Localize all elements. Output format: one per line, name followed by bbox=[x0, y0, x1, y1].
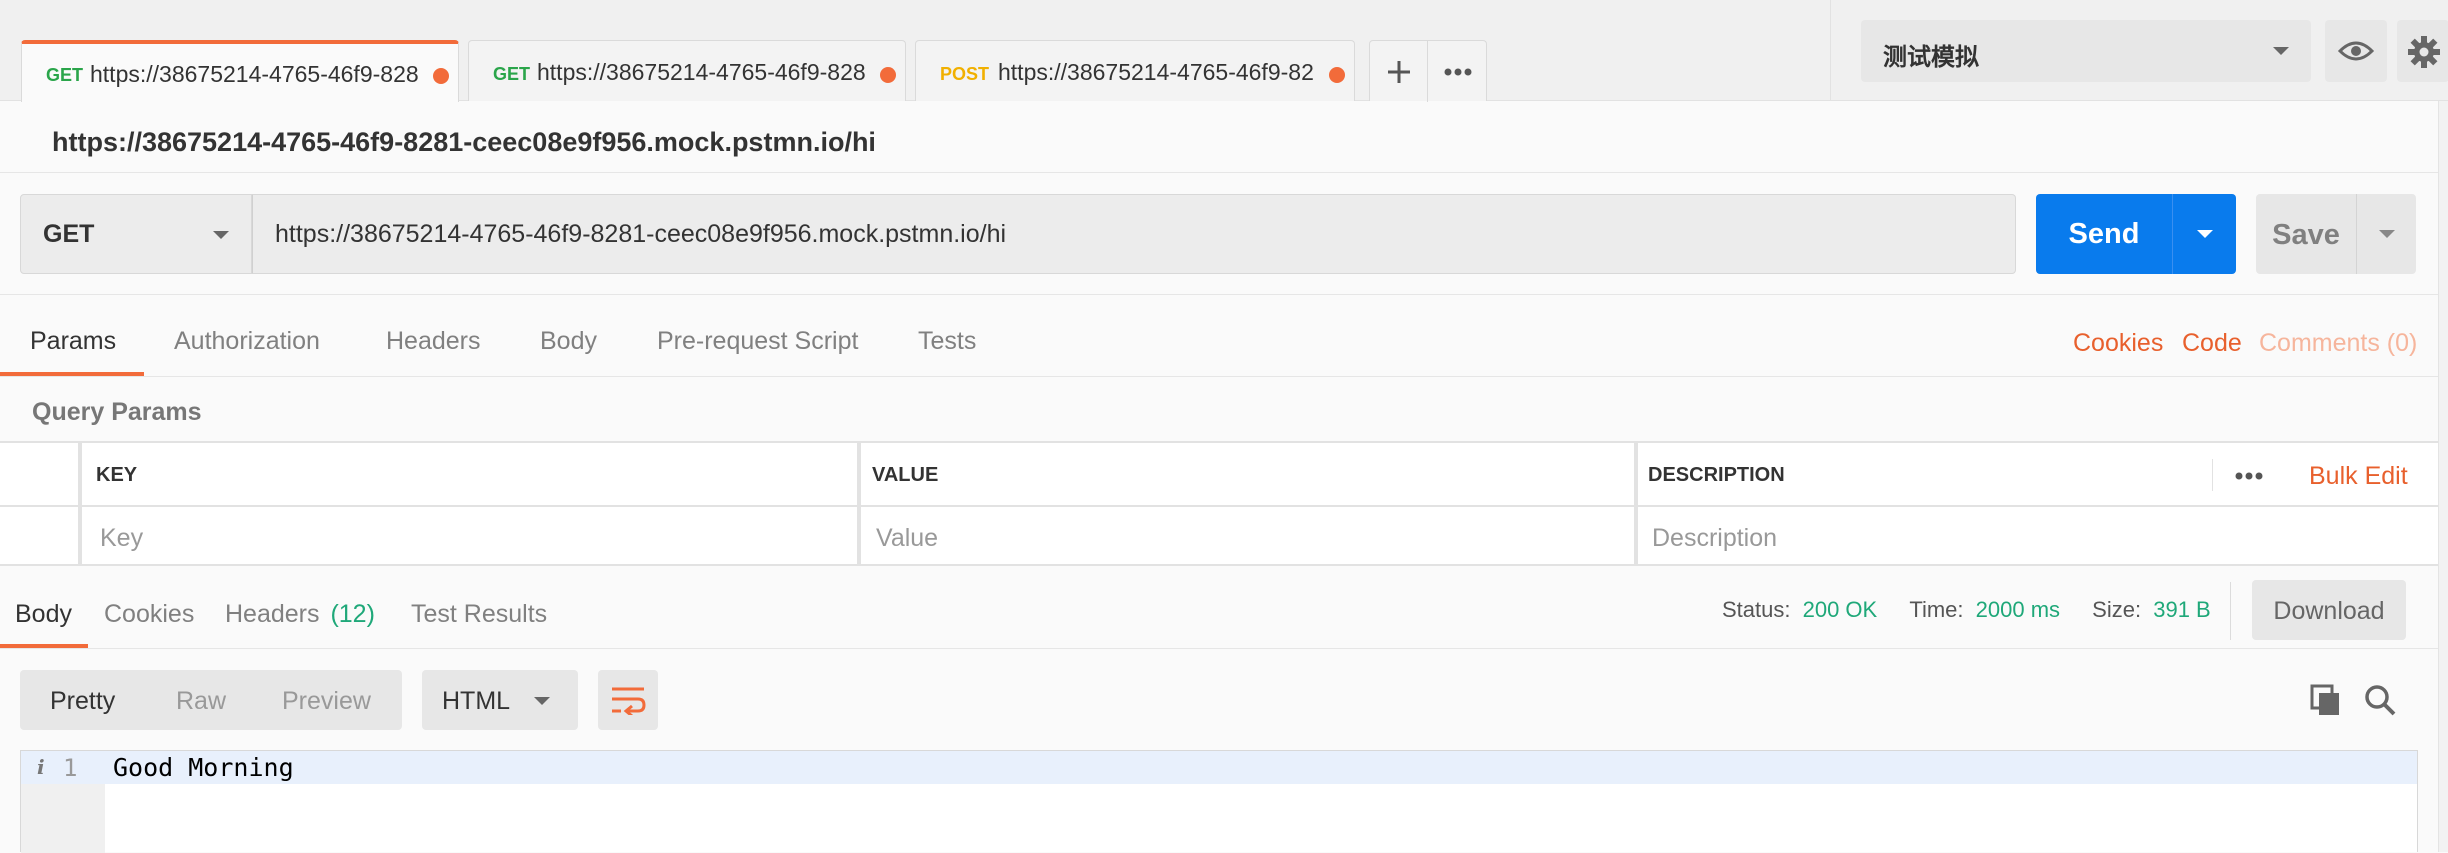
column-header-key: KEY bbox=[96, 464, 138, 486]
status-value: 200 OK bbox=[1802, 597, 1878, 622]
request-tab-strip: GET https://38675214-4765-46f9-828 GET h… bbox=[0, 0, 1830, 102]
tab-method: GET bbox=[46, 65, 84, 85]
response-tab-headers[interactable]: Headers (12) bbox=[225, 600, 375, 629]
bulk-edit-link[interactable]: Bulk Edit bbox=[2309, 462, 2408, 491]
response-body-editor[interactable]: i 1 Good Morning bbox=[20, 750, 2418, 853]
chevron-down-icon bbox=[2273, 47, 2289, 55]
copy-button[interactable] bbox=[2308, 682, 2344, 718]
environment-select[interactable]: 测试模拟 bbox=[1861, 20, 2311, 82]
info-icon: i bbox=[37, 755, 45, 779]
active-line-highlight bbox=[21, 751, 2417, 784]
tab-url: https://38675214-4765-46f9-828 bbox=[537, 59, 866, 85]
search-icon bbox=[2365, 685, 2396, 716]
environment-quick-look-button[interactable] bbox=[2325, 20, 2387, 82]
request-tab-3[interactable]: POST https://38675214-4765-46f9-82 bbox=[915, 40, 1355, 101]
tab-tests[interactable]: Tests bbox=[918, 327, 976, 356]
unsaved-dot-icon bbox=[433, 68, 449, 84]
save-options-button[interactable] bbox=[2356, 194, 2416, 274]
save-label: Save bbox=[2272, 219, 2340, 251]
send-options-button[interactable] bbox=[2172, 194, 2236, 274]
time-label: Time: bbox=[1909, 597, 1964, 622]
chevron-down-icon bbox=[213, 231, 229, 239]
scrollbar[interactable] bbox=[2438, 101, 2448, 852]
divider bbox=[0, 294, 2438, 295]
request-tab-2[interactable]: GET https://38675214-4765-46f9-828 bbox=[468, 40, 906, 101]
view-preview-button[interactable]: Preview bbox=[282, 687, 371, 716]
view-mode-group: Pretty Raw Preview bbox=[20, 670, 402, 730]
divider bbox=[0, 648, 2438, 649]
more-tabs-button[interactable] bbox=[1428, 41, 1488, 102]
response-tab-cookies[interactable]: Cookies bbox=[104, 600, 194, 629]
tab-pre-request-script[interactable]: Pre-request Script bbox=[657, 327, 858, 356]
send-button[interactable]: Send bbox=[2036, 194, 2172, 274]
download-label: Download bbox=[2273, 597, 2385, 625]
chevron-down-icon bbox=[2197, 230, 2213, 238]
line-number: 1 bbox=[63, 754, 78, 782]
size-value: 391 B bbox=[2153, 597, 2211, 622]
tab-body[interactable]: Body bbox=[540, 327, 597, 356]
search-button[interactable] bbox=[2362, 682, 2398, 718]
wrap-lines-icon bbox=[612, 687, 646, 715]
params-table: KEY VALUE DESCRIPTION Bulk Edit Key Valu… bbox=[0, 441, 2438, 566]
query-params-title: Query Params bbox=[32, 398, 202, 426]
unsaved-dot-icon bbox=[1329, 67, 1345, 83]
divider bbox=[0, 172, 2438, 173]
code-link[interactable]: Code bbox=[2182, 329, 2242, 358]
response-meta: Status: 200 OK Time: 2000 ms Size: 391 B bbox=[1722, 597, 2211, 623]
environment-bar: 测试模拟 bbox=[1830, 0, 2448, 101]
description-input[interactable]: Description bbox=[1652, 524, 1777, 553]
cookies-link[interactable]: Cookies bbox=[2073, 329, 2163, 358]
chevron-down-icon bbox=[2379, 230, 2395, 238]
download-button[interactable]: Download bbox=[2252, 580, 2406, 640]
headers-label: Headers bbox=[225, 600, 320, 628]
ellipsis-icon bbox=[2235, 472, 2263, 480]
size-label: Size: bbox=[2092, 597, 2142, 622]
save-button[interactable]: Save bbox=[2256, 194, 2356, 274]
tab-method: POST bbox=[940, 64, 990, 84]
new-tab-button[interactable] bbox=[1370, 41, 1428, 102]
time-value: 2000 ms bbox=[1975, 597, 2061, 622]
method-select[interactable]: GET bbox=[20, 194, 252, 274]
column-header-description: DESCRIPTION bbox=[1648, 464, 1785, 486]
tab-url: https://38675214-4765-46f9-828 bbox=[90, 61, 419, 87]
copy-icon bbox=[2310, 684, 2339, 715]
tab-url: https://38675214-4765-46f9-82 bbox=[998, 59, 1314, 85]
tab-params[interactable]: Params bbox=[30, 327, 116, 356]
format-label: HTML bbox=[442, 687, 511, 715]
environment-label: 测试模拟 bbox=[1883, 44, 1979, 71]
divider bbox=[2230, 582, 2231, 640]
headers-count-badge: (12) bbox=[330, 600, 375, 628]
ellipsis-icon bbox=[1444, 68, 1472, 76]
url-input[interactable]: https://38675214-4765-46f9-8281-ceec08e9… bbox=[252, 194, 2016, 274]
view-raw-button[interactable]: Raw bbox=[176, 687, 226, 716]
value-input[interactable]: Value bbox=[876, 524, 938, 553]
view-pretty-button[interactable]: Pretty bbox=[50, 687, 115, 716]
params-more-button[interactable] bbox=[2222, 461, 2278, 491]
column-header-value: VALUE bbox=[872, 464, 939, 486]
response-line: Good Morning bbox=[113, 753, 294, 782]
gear-icon bbox=[2408, 36, 2440, 68]
send-label: Send bbox=[2068, 218, 2140, 250]
tab-actions bbox=[1369, 40, 1488, 102]
tab-method: GET bbox=[493, 64, 531, 84]
request-tab-1[interactable]: GET https://38675214-4765-46f9-828 bbox=[21, 40, 459, 102]
plus-icon bbox=[1388, 61, 1410, 83]
response-tab-test-results[interactable]: Test Results bbox=[411, 600, 547, 629]
wrap-lines-button[interactable] bbox=[598, 670, 658, 730]
eye-icon bbox=[2338, 41, 2374, 61]
comments-link[interactable]: Comments (0) bbox=[2259, 329, 2417, 358]
response-tab-body[interactable]: Body bbox=[15, 600, 72, 629]
format-select[interactable]: HTML bbox=[422, 670, 578, 730]
tab-headers[interactable]: Headers bbox=[386, 327, 481, 356]
method-label: GET bbox=[43, 220, 95, 248]
tab-authorization[interactable]: Authorization bbox=[174, 327, 320, 356]
request-title: https://38675214-4765-46f9-8281-ceec08e9… bbox=[52, 127, 876, 157]
unsaved-dot-icon bbox=[880, 67, 896, 83]
status-label: Status: bbox=[1722, 597, 1791, 622]
url-input-text: https://38675214-4765-46f9-8281-ceec08e9… bbox=[275, 220, 1007, 248]
settings-button[interactable] bbox=[2397, 20, 2448, 82]
key-input[interactable]: Key bbox=[100, 524, 143, 553]
chevron-down-icon bbox=[534, 697, 550, 705]
divider bbox=[0, 376, 2438, 377]
